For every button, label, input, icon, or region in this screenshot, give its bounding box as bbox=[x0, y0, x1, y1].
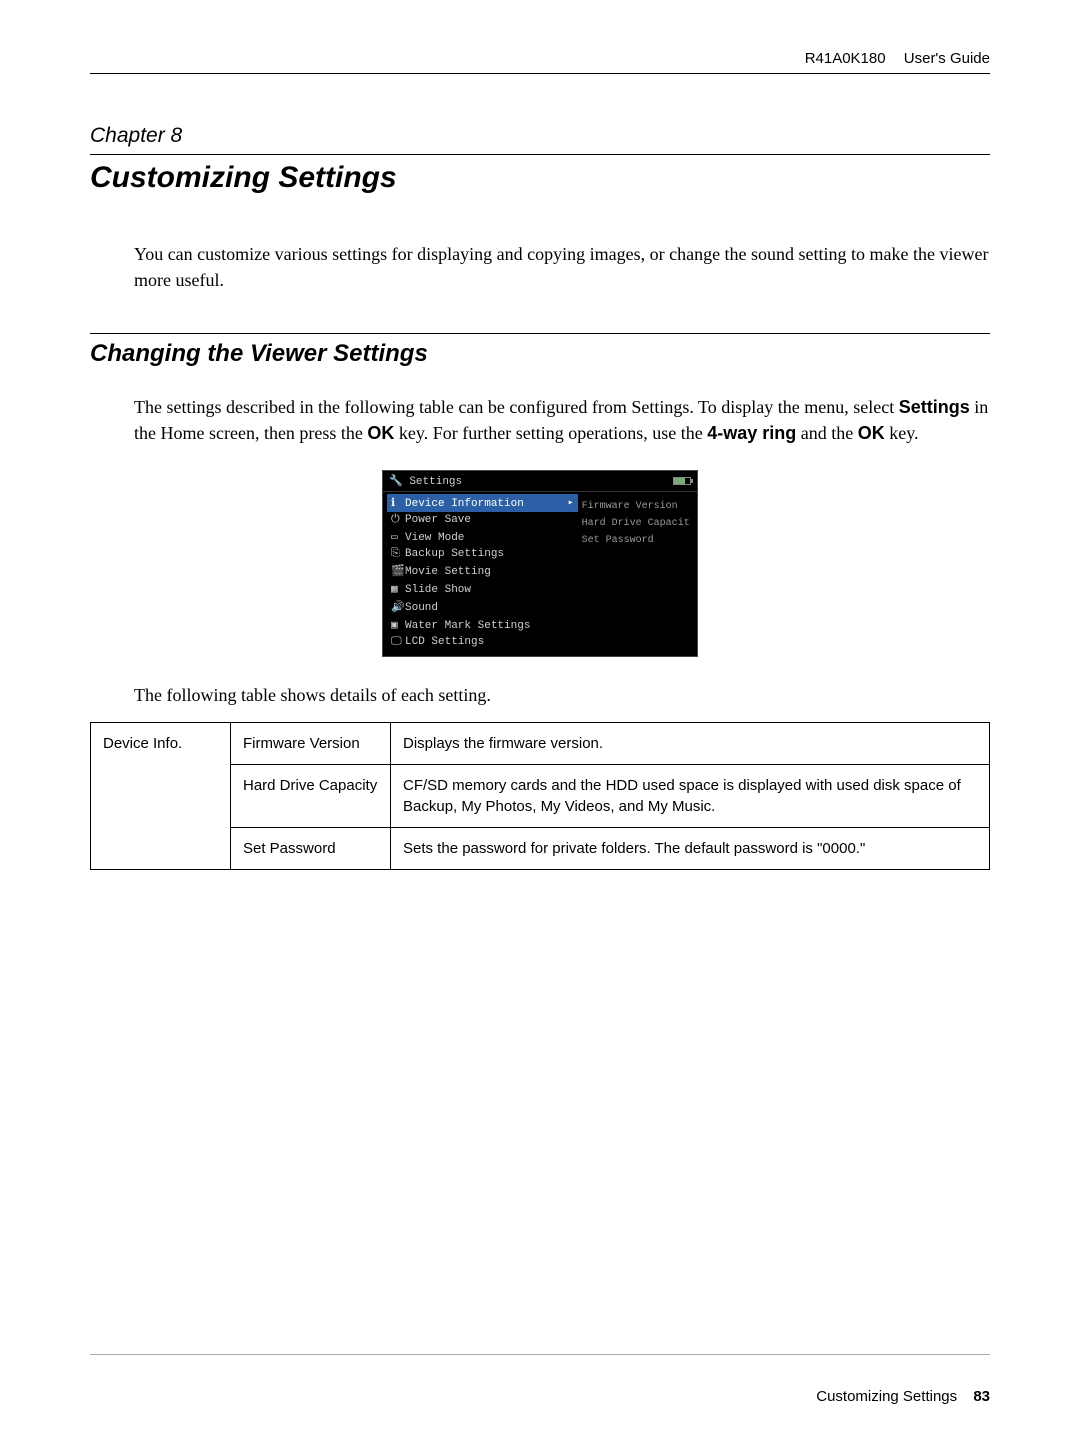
menu-label: LCD Settings bbox=[405, 636, 484, 648]
chapter-block: Chapter 8 Customizing Settings bbox=[90, 124, 990, 195]
menu-label: Sound bbox=[405, 602, 438, 614]
menu-label: Slide Show bbox=[405, 584, 471, 596]
footer-divider bbox=[90, 1354, 990, 1355]
info-icon: ℹ bbox=[391, 496, 405, 510]
battery-icon bbox=[673, 477, 691, 485]
chapter-title: Customizing Settings bbox=[90, 161, 990, 195]
keyword: OK bbox=[367, 423, 394, 443]
keyword: 4-way ring bbox=[707, 423, 796, 443]
table-cell-name: Firmware Version bbox=[231, 723, 391, 765]
sound-icon: 🔊 bbox=[391, 600, 405, 614]
chapter-label: Chapter 8 bbox=[90, 124, 990, 152]
backup-icon: ⎘ bbox=[391, 548, 405, 560]
text: and the bbox=[796, 423, 857, 443]
slideshow-icon: ▦ bbox=[391, 582, 405, 596]
menu-left-pane: ℹDevice Information ▸ ⏻Power Save ▭View … bbox=[383, 492, 578, 656]
doc-title: User's Guide bbox=[904, 50, 990, 67]
table-caption: The following table shows details of eac… bbox=[134, 685, 990, 706]
movie-icon: 🎬 bbox=[391, 564, 405, 578]
menu-item: ⎘Backup Settings bbox=[387, 546, 578, 562]
table-cell-desc: CF/SD memory cards and the HDD used spac… bbox=[391, 765, 990, 828]
menu-label: View Mode bbox=[405, 532, 464, 544]
menu-item: ▦Slide Show bbox=[387, 580, 578, 598]
menu-item-selected: ℹDevice Information ▸ bbox=[387, 494, 578, 512]
chevron-right-icon: ▸ bbox=[568, 497, 574, 509]
submenu-item: Hard Drive Capacit bbox=[582, 515, 693, 532]
power-icon: ⏻ bbox=[391, 514, 405, 526]
page-number: 83 bbox=[973, 1388, 990, 1405]
menu-label: Movie Setting bbox=[405, 566, 491, 578]
wrench-icon: 🔧 Settings bbox=[389, 474, 462, 488]
device-screenshot: 🔧 Settings ℹDevice Information ▸ ⏻Power … bbox=[90, 470, 990, 657]
submenu-item: Firmware Version bbox=[582, 498, 693, 515]
table-cell-desc: Sets the password for private folders. T… bbox=[391, 828, 990, 870]
menu-item: ▭View Mode bbox=[387, 528, 578, 546]
page-header: R41A0K180 User's Guide bbox=[90, 50, 990, 74]
menu-label: Water Mark Settings bbox=[405, 620, 530, 632]
text: key. For further setting operations, use… bbox=[394, 423, 707, 443]
page-footer: Customizing Settings 83 bbox=[816, 1388, 990, 1405]
product-code: R41A0K180 bbox=[805, 50, 886, 67]
section-title: Changing the Viewer Settings bbox=[90, 340, 990, 368]
menu-item: ⏻Power Save bbox=[387, 512, 578, 528]
settings-table: Device Info. Firmware Version Displays t… bbox=[90, 722, 990, 870]
menu-label: Backup Settings bbox=[405, 548, 504, 560]
section-paragraph: The settings described in the following … bbox=[134, 394, 990, 446]
lcd-icon: 🖵 bbox=[391, 636, 405, 648]
table-cell-group: Device Info. bbox=[91, 723, 231, 870]
keyword: OK bbox=[858, 423, 885, 443]
table-cell-name: Hard Drive Capacity bbox=[231, 765, 391, 828]
screenshot-title: Settings bbox=[409, 476, 462, 488]
menu-label: Device Information bbox=[405, 498, 524, 510]
menu-right-pane: Firmware Version Hard Drive Capacit Set … bbox=[578, 492, 697, 656]
footer-section: Customizing Settings bbox=[816, 1388, 957, 1405]
menu-item: 🔊Sound bbox=[387, 598, 578, 616]
divider bbox=[90, 333, 990, 334]
text: key. bbox=[885, 423, 919, 443]
table-cell-desc: Displays the firmware version. bbox=[391, 723, 990, 765]
divider bbox=[90, 154, 990, 155]
keyword: Settings bbox=[899, 397, 970, 417]
menu-item: 🎬Movie Setting bbox=[387, 562, 578, 580]
menu-item: 🖵LCD Settings bbox=[387, 634, 578, 650]
menu-item: ▣Water Mark Settings bbox=[387, 616, 578, 634]
watermark-icon: ▣ bbox=[391, 618, 405, 632]
view-icon: ▭ bbox=[391, 530, 405, 544]
table-cell-name: Set Password bbox=[231, 828, 391, 870]
text: The settings described in the following … bbox=[134, 397, 899, 417]
submenu-item: Set Password bbox=[582, 532, 693, 549]
intro-paragraph: You can customize various settings for d… bbox=[134, 241, 990, 293]
table-row: Device Info. Firmware Version Displays t… bbox=[91, 723, 990, 765]
menu-label: Power Save bbox=[405, 514, 471, 526]
